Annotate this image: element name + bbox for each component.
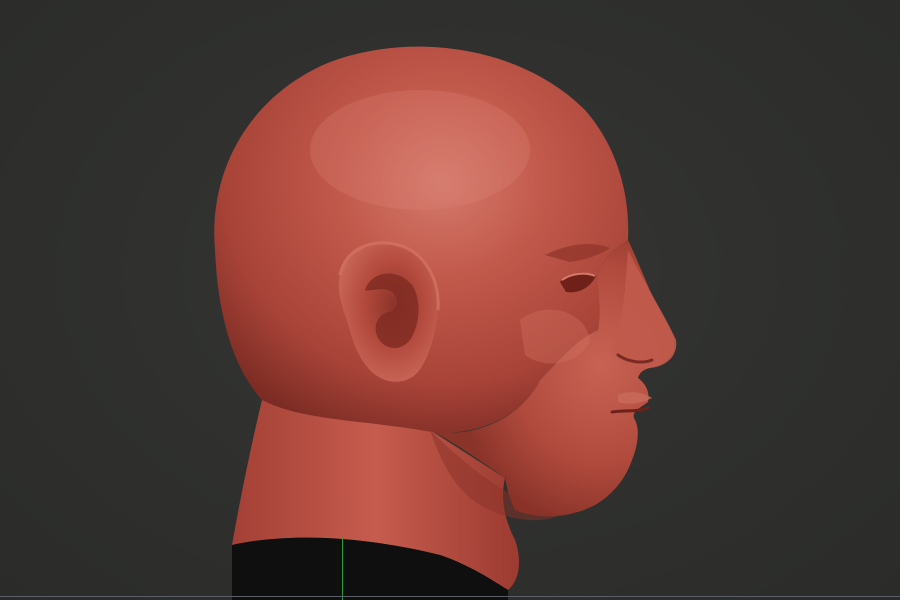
sculpt-model[interactable]	[0, 0, 900, 600]
skull-highlight	[310, 90, 530, 210]
canvas-viewport[interactable]	[0, 0, 900, 600]
y-axis-line	[342, 538, 343, 600]
x-axis-line	[0, 596, 900, 597]
